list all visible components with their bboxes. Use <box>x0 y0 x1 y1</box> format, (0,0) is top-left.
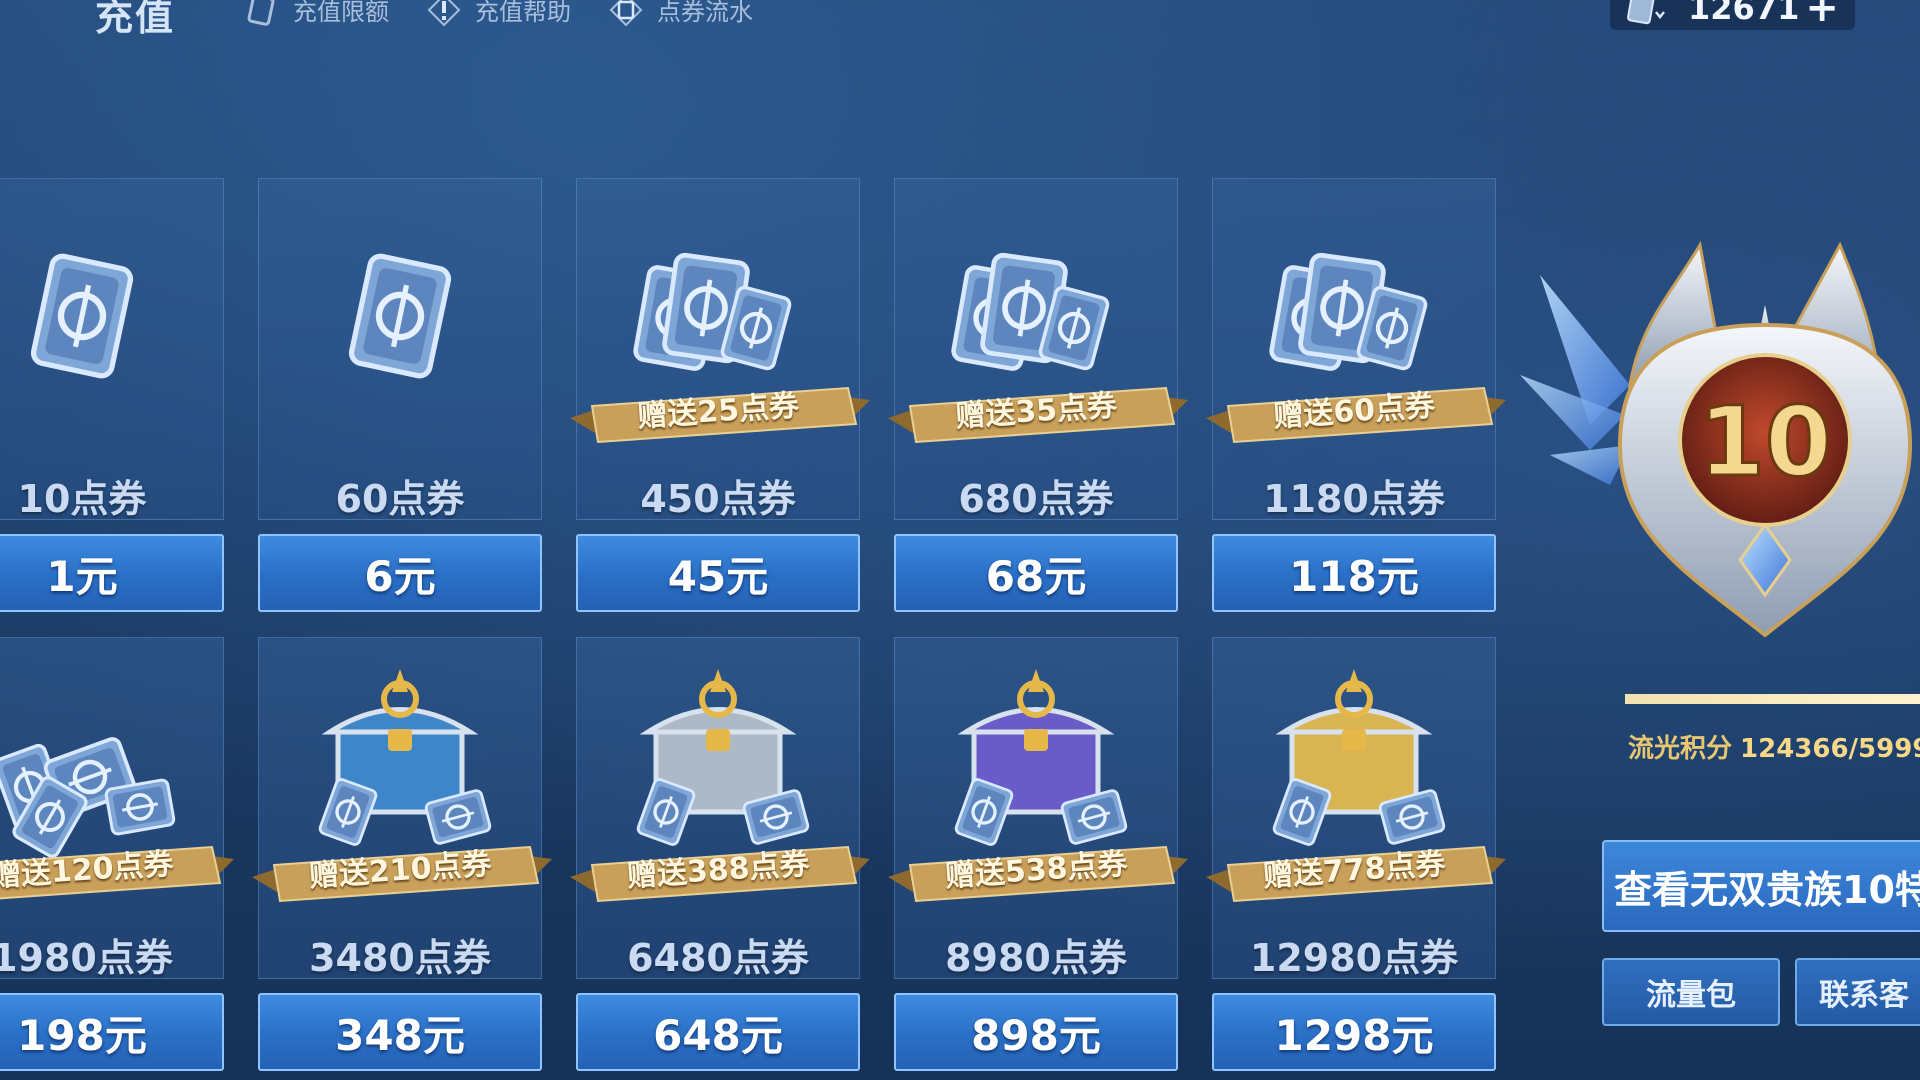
contact-support-button[interactable]: 联系客 <box>1795 958 1920 1026</box>
voucher-amount: 3480点券 <box>309 936 491 980</box>
price-button[interactable]: 68元 <box>894 534 1178 612</box>
vip-progress-bar <box>1625 694 1920 704</box>
voucher-icon <box>348 253 452 379</box>
voucher-amount: 450点券 <box>640 477 796 521</box>
vip-points-label: 流光积分 <box>1628 734 1733 764</box>
price-button[interactable]: 348元 <box>258 993 542 1071</box>
treasure-chest-icon <box>1272 669 1446 846</box>
voucher-amount: 10点券 <box>17 477 147 521</box>
voucher-icon <box>1627 0 1665 25</box>
vip-level-number: 10 <box>1698 386 1832 498</box>
voucher-icon <box>30 253 134 379</box>
price-button[interactable]: 1298元 <box>1212 993 1496 1071</box>
price-button[interactable]: 118元 <box>1212 534 1496 612</box>
treasure-chest-icon <box>954 669 1128 846</box>
voucher-amount: 1980点券 <box>0 936 173 980</box>
price-button[interactable]: 45元 <box>576 534 860 612</box>
vip-level-badge: 10 <box>1520 240 1913 638</box>
vip-points: 流光积分 124366/5999 <box>1628 728 1920 765</box>
vip-progress-fill <box>1625 694 1920 704</box>
voucher-amount: 12980点券 <box>1249 936 1459 980</box>
currency-display: 12671 + <box>1610 0 1855 30</box>
voucher-icon <box>633 252 792 371</box>
price-button[interactable]: 898元 <box>894 993 1178 1071</box>
voucher-amount: 680点券 <box>958 477 1114 521</box>
currency-value: 12671 <box>1688 0 1800 27</box>
voucher-amount: 6480点券 <box>627 936 809 980</box>
price-button[interactable]: 198元 <box>0 993 224 1071</box>
add-currency-button[interactable]: + <box>1805 0 1839 28</box>
voucher-amount: 1180点券 <box>1263 477 1445 521</box>
voucher-icon <box>951 252 1110 371</box>
treasure-chest-icon <box>636 669 810 846</box>
voucher-icon <box>0 737 176 858</box>
product-grid: 10点券 1元 60点券 6元 赠送25点券 450点券 45元 赠送35点券 680点券… <box>0 0 1520 1080</box>
treasure-chest-icon <box>318 669 492 846</box>
price-button[interactable]: 1元 <box>0 534 224 612</box>
data-package-button[interactable]: 流量包 <box>1602 958 1780 1026</box>
voucher-icon <box>1269 252 1428 371</box>
vip-detail-button[interactable]: 查看无双贵族10特 <box>1602 840 1920 932</box>
voucher-amount: 8980点券 <box>945 936 1127 980</box>
voucher-amount: 60点券 <box>335 477 465 521</box>
price-button[interactable]: 648元 <box>576 993 860 1071</box>
price-button[interactable]: 6元 <box>258 534 542 612</box>
vip-points-value: 124366/5999 <box>1740 734 1920 764</box>
